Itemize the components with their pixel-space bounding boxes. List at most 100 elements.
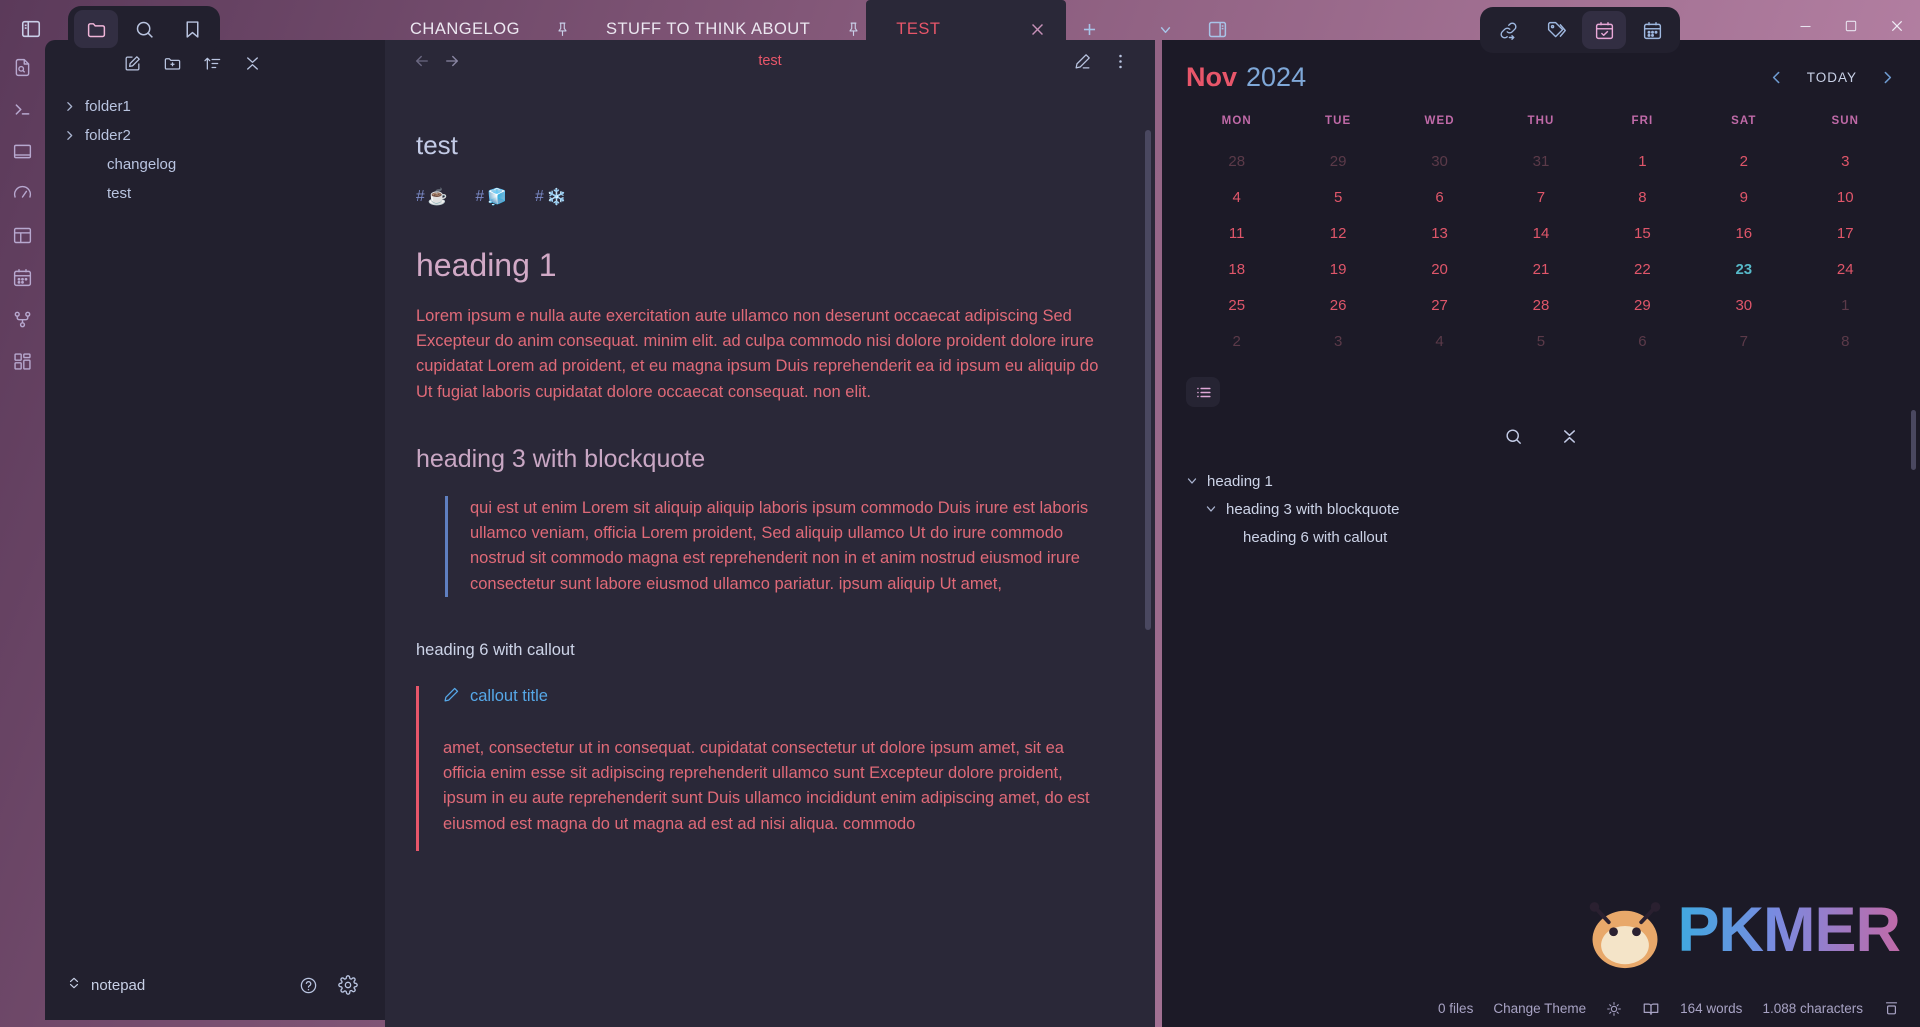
close-icon[interactable] [1026,18,1048,40]
calendar-day-14[interactable]: 14 [1490,215,1591,251]
tab-test[interactable]: TEST [866,0,1066,58]
vault-switcher[interactable]: notepad [67,976,145,994]
calendar-day-13[interactable]: 13 [1389,215,1490,251]
pin-icon-2[interactable] [840,0,866,58]
minimize-icon[interactable] [1782,0,1828,52]
calendar-next-icon[interactable] [1879,69,1896,86]
calendar-day-29[interactable]: 29 [1592,287,1693,323]
gauge-icon[interactable] [4,176,42,210]
calendar-days-icon[interactable] [1630,11,1674,49]
calendar-day-3[interactable]: 3 [1287,323,1388,359]
outline-item-heading-3[interactable]: heading 3 with blockquote [1186,495,1896,523]
tree-file-test[interactable]: test [45,179,385,208]
calendar-day-31[interactable]: 31 [1490,143,1591,179]
calendar-day-30[interactable]: 30 [1693,287,1794,323]
calendar-today-button[interactable]: TODAY [1807,70,1857,85]
calendar-day-23[interactable]: 23 [1693,251,1794,287]
calendar-day-22[interactable]: 22 [1592,251,1693,287]
calendar-day-2[interactable]: 2 [1693,143,1794,179]
help-icon[interactable] [293,970,323,1000]
search-icon[interactable] [122,10,166,48]
tab-changelog[interactable]: CHANGELOG [380,0,550,58]
calendar-day-7[interactable]: 7 [1490,179,1591,215]
calendar-day-10[interactable]: 10 [1795,179,1896,215]
calendar-day-25[interactable]: 25 [1186,287,1287,323]
calendar-day-9[interactable]: 9 [1693,179,1794,215]
table-layout-icon[interactable] [4,218,42,252]
calendar-day-18[interactable]: 18 [1186,251,1287,287]
calendar-day-6[interactable]: 6 [1592,323,1693,359]
calendar-day-15[interactable]: 15 [1592,215,1693,251]
editor-panel: test test # ☕ # [385,40,1155,1027]
calendar-day-4[interactable]: 4 [1186,179,1287,215]
sidebar-toggle-button[interactable] [8,6,54,52]
calendar-day-20[interactable]: 20 [1389,251,1490,287]
outline-list-icon[interactable] [1186,377,1220,407]
calendar-day-11[interactable]: 11 [1186,215,1287,251]
calendar-prev-icon[interactable] [1768,69,1785,86]
tab-stuff-to-think-about[interactable]: STUFF TO THINK ABOUT [576,0,840,58]
calendar-day-17[interactable]: 17 [1795,215,1896,251]
tags-icon[interactable] [1534,11,1578,49]
vault-name-label: notepad [91,977,145,994]
calendar-day-26[interactable]: 26 [1287,287,1388,323]
tag-ice-cube[interactable]: # 🧊 [476,187,508,207]
calendar-day-2[interactable]: 2 [1186,323,1287,359]
pin-icon-1[interactable] [550,0,576,58]
calendar-day-27[interactable]: 27 [1389,287,1490,323]
calendar-day-5[interactable]: 5 [1490,323,1591,359]
outline-item-heading-1[interactable]: heading 1 [1186,467,1896,495]
close-window-icon[interactable] [1874,0,1920,52]
calendar-day-12[interactable]: 12 [1287,215,1388,251]
book-icon[interactable] [1642,1000,1660,1018]
calendar-day-28[interactable]: 28 [1186,143,1287,179]
right-scrollbar[interactable] [1911,410,1916,470]
calendar-day-6[interactable]: 6 [1389,179,1490,215]
link-arrow-icon[interactable] [1486,11,1530,49]
grid-icon[interactable] [4,344,42,378]
chevron-down-icon[interactable] [1142,0,1188,58]
tree-folder-folder2[interactable]: folder2 [45,121,385,150]
new-tab-button[interactable] [1066,0,1112,58]
calendar-day-4[interactable]: 4 [1389,323,1490,359]
calendar-day-21[interactable]: 21 [1490,251,1591,287]
folder-icon[interactable] [74,10,118,48]
calendar-day-3[interactable]: 3 [1795,143,1896,179]
status-change-theme[interactable]: Change Theme [1493,1001,1586,1016]
tree-file-changelog[interactable]: changelog [45,150,385,179]
calendar-day-1[interactable]: 1 [1795,287,1896,323]
window-icon[interactable] [4,134,42,168]
editor-scrollbar[interactable] [1145,130,1151,630]
outline-item-heading-6[interactable]: heading 6 with callout [1186,523,1896,551]
calendar-icon[interactable] [4,260,42,294]
calendar-day-8[interactable]: 8 [1592,179,1693,215]
heading-3: heading 3 with blockquote [416,445,1109,474]
toggle-right-sidebar-button[interactable] [1194,0,1240,58]
tag-coffee[interactable]: # ☕ [416,187,448,207]
tag-snowflake[interactable]: # ❄️ [535,187,567,207]
calendar-day-28[interactable]: 28 [1490,287,1591,323]
chevron-down-icon[interactable] [1186,475,1200,487]
settings-gear-icon[interactable] [333,970,363,1000]
chevron-down-icon[interactable] [1205,503,1219,515]
calendar-day-16[interactable]: 16 [1693,215,1794,251]
maximize-icon[interactable] [1828,0,1874,52]
calendar-day-1[interactable]: 1 [1592,143,1693,179]
calendar-day-7[interactable]: 7 [1693,323,1794,359]
calendar-day-29[interactable]: 29 [1287,143,1388,179]
calendar-day-5[interactable]: 5 [1287,179,1388,215]
calendar-day-19[interactable]: 19 [1287,251,1388,287]
sun-icon[interactable] [1606,1001,1622,1017]
calendar-day-8[interactable]: 8 [1795,323,1896,359]
terminal-icon[interactable] [4,92,42,126]
git-graph-icon[interactable] [4,302,42,336]
bookmark-icon[interactable] [170,10,214,48]
layout-toggle-icon[interactable] [1883,1000,1900,1017]
outline-search-icon[interactable] [1500,423,1526,449]
calendar-day-30[interactable]: 30 [1389,143,1490,179]
calendar-day-24[interactable]: 24 [1795,251,1896,287]
outline-collapse-icon[interactable] [1556,423,1582,449]
calendar-check-icon[interactable] [1582,11,1626,49]
tree-folder-folder1[interactable]: folder1 [45,92,385,121]
document-body[interactable]: test # ☕ # 🧊 # ❄️ heading 1 Lorem ipsum … [385,82,1155,1027]
